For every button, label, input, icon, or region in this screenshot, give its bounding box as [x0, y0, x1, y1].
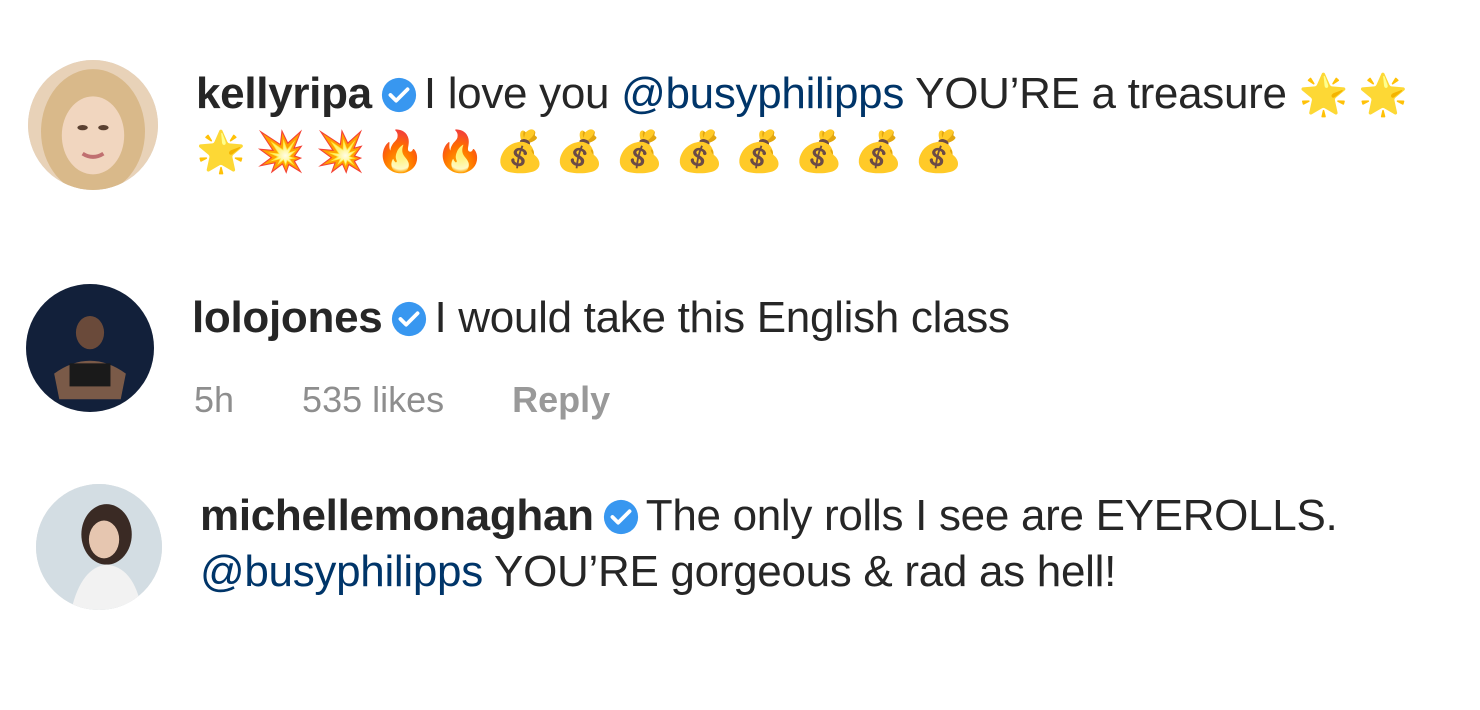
mention-link[interactable]: @busyphilipps: [621, 69, 904, 118]
likes-count[interactable]: 535 likes: [302, 378, 444, 422]
comment-body: I love you: [423, 69, 622, 118]
comment-text: michellemonaghan The only rolls I see are…: [200, 488, 1440, 600]
comment-text: kellyripa I love you @busyphilipps YOU’RE…: [196, 66, 1436, 180]
username[interactable]: kellyripa: [196, 69, 372, 118]
avatar[interactable]: [28, 60, 158, 190]
avatar[interactable]: [26, 284, 154, 412]
verified-badge-icon: [390, 300, 428, 338]
avatar-image: [28, 60, 158, 190]
comment-body: I would take this English class: [434, 293, 1010, 342]
comment-body: YOU’RE a treasure: [904, 69, 1299, 118]
avatar[interactable]: [36, 484, 162, 610]
username[interactable]: lolojones: [192, 293, 383, 342]
reply-button[interactable]: Reply: [512, 378, 610, 422]
username[interactable]: michellemonaghan: [200, 491, 594, 540]
comment-text: lolojones I would take this English class: [192, 290, 1432, 346]
comment-body: YOU’RE gorgeous & rad as hell!: [482, 547, 1117, 596]
verified-badge-icon: [602, 498, 640, 536]
verified-badge-icon: [380, 76, 418, 114]
avatar-image: [26, 284, 154, 412]
timestamp: 5h: [194, 379, 235, 420]
comment-body: The only rolls I see are EYEROLLS.: [645, 491, 1338, 540]
comment-meta: 5h 535 likes Reply: [194, 378, 610, 422]
avatar-image: [36, 484, 162, 610]
mention-link[interactable]: @busyphilipps: [200, 547, 483, 596]
